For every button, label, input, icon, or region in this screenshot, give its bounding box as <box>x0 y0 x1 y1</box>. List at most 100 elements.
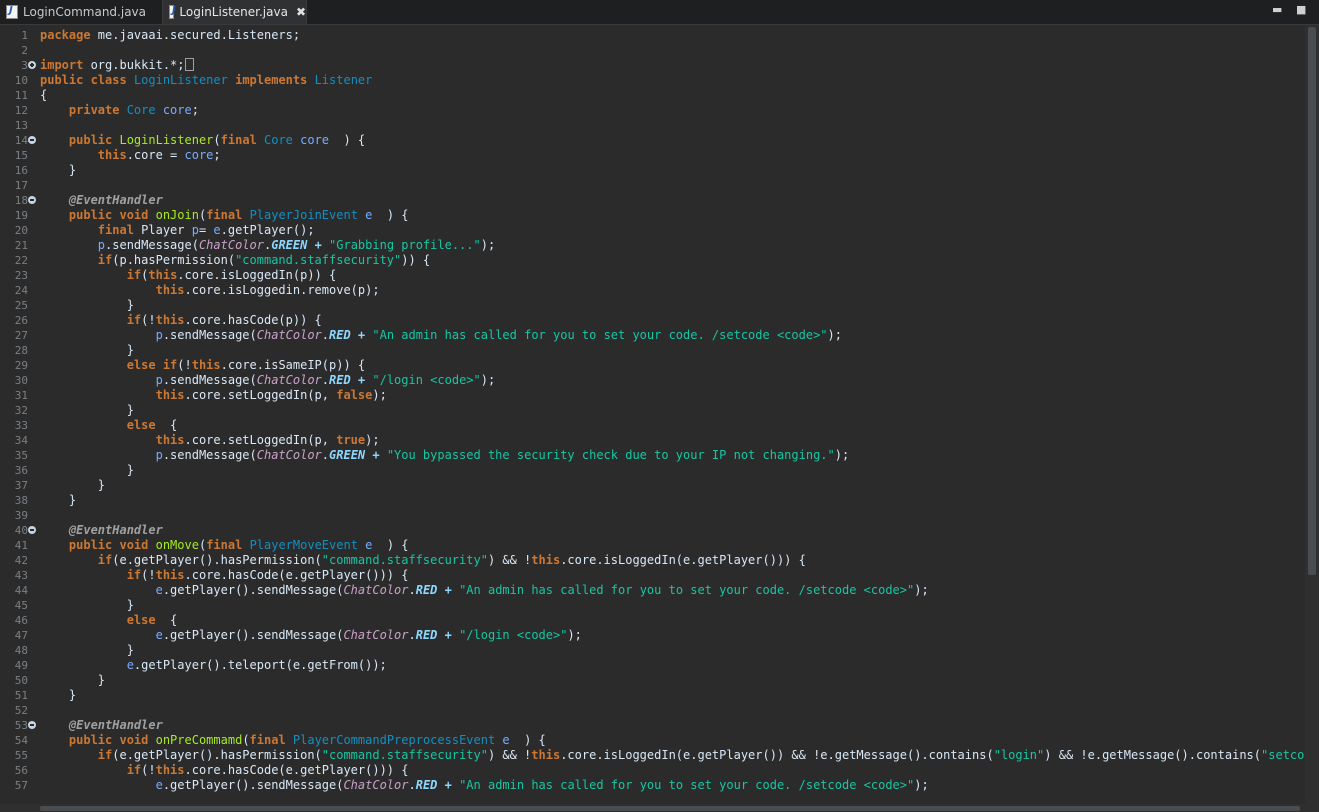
code-line[interactable]: 33 else { <box>0 418 1305 433</box>
code-token: ); <box>834 448 850 462</box>
code-line[interactable]: 20 final Player p= e.getPlayer(); <box>0 223 1305 238</box>
tab-loginlistener[interactable]: LoginListener.java ✖ <box>162 0 307 24</box>
code-line[interactable]: 32 } <box>0 403 1305 418</box>
code-line[interactable]: 29 else if(!this.core.isSameIP(p)) { <box>0 358 1305 373</box>
code-line[interactable]: 42 if(e.getPlayer().hasPermission("comma… <box>0 553 1305 568</box>
tab-label: LoginCommand.java <box>23 5 147 19</box>
code-line[interactable]: 41 public void onMove(final PlayerMoveEv… <box>0 538 1305 553</box>
code-token: . <box>321 328 330 342</box>
code-line[interactable]: 28 } <box>0 343 1305 358</box>
code-line[interactable]: 40 @EventHandler <box>0 523 1305 538</box>
code-line[interactable]: 38 } <box>0 493 1305 508</box>
code-token: if <box>40 763 142 777</box>
code-token: "/login <code>" <box>372 373 481 387</box>
code-line[interactable]: 15 this.core = core; <box>0 148 1305 163</box>
code-text: this.core.setLoggedIn(p, false); <box>40 388 387 403</box>
code-token: private <box>40 103 127 117</box>
code-token: .core.isSameIP(p)) { <box>220 358 366 372</box>
code-line[interactable]: 25 } <box>0 298 1305 313</box>
code-token: implements <box>235 73 315 87</box>
code-line[interactable]: 36 } <box>0 463 1305 478</box>
code-line[interactable]: 27 p.sendMessage(ChatColor.RED + "An adm… <box>0 328 1305 343</box>
code-editor[interactable]: 1 package me.javaai.secured.Listeners; 2 3 i… <box>0 25 1319 804</box>
tab-logincommand[interactable]: LoginCommand.java <box>0 0 162 24</box>
code-line[interactable]: 48 } <box>0 643 1305 658</box>
code-line[interactable]: 35 p.sendMessage(ChatColor.GREEN + "You … <box>0 448 1305 463</box>
code-token: Core <box>264 133 301 147</box>
code-line[interactable]: 34 this.core.setLoggedIn(p, true); <box>0 433 1305 448</box>
code-line[interactable]: 43 if(!this.core.hasCode(e.getPlayer()))… <box>0 568 1305 583</box>
code-line[interactable]: 11 { <box>0 88 1305 103</box>
code-token: p <box>40 328 163 342</box>
vertical-scroll-thumb[interactable] <box>1308 27 1316 575</box>
code-line[interactable]: 14 public LoginListener(final Core core … <box>0 133 1305 148</box>
code-line[interactable]: 57 e.getPlayer().sendMessage(ChatColor.R… <box>0 778 1305 793</box>
code-line[interactable]: 13 <box>0 118 1305 133</box>
code-line[interactable]: 19 public void onJoin(final PlayerJoinEv… <box>0 208 1305 223</box>
line-number: 10 <box>14 74 28 87</box>
code-token: else <box>40 418 163 432</box>
code-line[interactable]: 26 if(!this.core.hasCode(p)) { <box>0 313 1305 328</box>
code-token: p <box>191 223 199 237</box>
code-line[interactable]: 30 p.sendMessage(ChatColor.RED + "/login… <box>0 373 1305 388</box>
horizontal-scroll-thumb[interactable] <box>40 806 1300 811</box>
line-number: 38 <box>14 494 28 507</box>
vertical-scrollbar[interactable] <box>1305 25 1319 812</box>
code-line[interactable]: 10 public class LoginListener implements … <box>0 73 1305 88</box>
code-token: } <box>40 643 134 657</box>
code-line[interactable]: 2 <box>0 43 1305 58</box>
collapse-fold-icon[interactable] <box>28 721 36 729</box>
collapsed-imports-marker[interactable] <box>184 58 194 71</box>
code-line[interactable]: 44 e.getPlayer().sendMessage(ChatColor.R… <box>0 583 1305 598</box>
code-line[interactable]: 24 this.core.isLoggedin.remove(p); <box>0 283 1305 298</box>
code-token: (e.getPlayer().hasPermission( <box>112 748 322 762</box>
horizontal-scrollbar[interactable] <box>0 804 1305 812</box>
code-token: e <box>40 583 163 597</box>
code-token: p <box>40 373 163 387</box>
code-line[interactable]: 39 <box>0 508 1305 523</box>
code-line[interactable]: 55 if(e.getPlayer().hasPermission("comma… <box>0 748 1319 763</box>
code-line[interactable]: 47 e.getPlayer().sendMessage(ChatColor.R… <box>0 628 1305 643</box>
code-line[interactable]: 17 <box>0 178 1305 193</box>
code-token: "Grabbing profile..." <box>329 238 481 252</box>
code-line[interactable]: 56 if(!this.core.hasCode(e.getPlayer()))… <box>0 763 1305 778</box>
code-line[interactable]: 37 } <box>0 478 1305 493</box>
minimize-icon[interactable]: ▬ <box>1272 3 1282 16</box>
code-token: ) && ! <box>487 748 532 762</box>
collapse-fold-icon[interactable] <box>28 526 36 534</box>
line-number: 21 <box>14 239 28 252</box>
code-line[interactable]: 51 } <box>0 688 1305 703</box>
code-line[interactable]: 54 public void onPreCommamd(final Player… <box>0 733 1305 748</box>
code-line[interactable]: 18 @EventHandler <box>0 193 1305 208</box>
code-token: PlayerMoveEvent <box>249 538 366 552</box>
code-token: "You bypassed the security check due to … <box>386 448 835 462</box>
collapse-fold-icon[interactable] <box>28 136 36 144</box>
line-number: 29 <box>14 359 28 372</box>
tab-label: LoginListener.java <box>179 5 288 19</box>
code-token: PlayerJoinEvent <box>249 208 366 222</box>
code-token: core <box>184 148 214 162</box>
expand-fold-icon[interactable] <box>28 61 36 69</box>
code-line[interactable]: 52 <box>0 703 1305 718</box>
code-line[interactable]: 49 e.getPlayer().teleport(e.getFrom()); <box>0 658 1305 673</box>
code-line[interactable]: 31 this.core.setLoggedIn(p, false); <box>0 388 1305 403</box>
code-line[interactable]: 1 package me.javaai.secured.Listeners; <box>0 28 1305 43</box>
close-tab-icon[interactable]: ✖ <box>296 5 306 19</box>
code-line[interactable]: 22 if(p.hasPermission("command.staffsecu… <box>0 253 1305 268</box>
code-text: p.sendMessage(ChatColor.RED + "An admin … <box>40 328 842 343</box>
code-token: onPreCommamd <box>155 733 243 747</box>
code-token: this <box>40 433 185 447</box>
code-line[interactable]: 3 import org.bukkit.*; <box>0 58 1305 73</box>
code-line[interactable]: 45 } <box>0 598 1305 613</box>
code-line[interactable]: 21 p.sendMessage(ChatColor.GREEN + "Grab… <box>0 238 1305 253</box>
collapse-fold-icon[interactable] <box>28 196 36 204</box>
line-number: 13 <box>14 119 28 132</box>
code-line[interactable]: 12 private Core core; <box>0 103 1305 118</box>
code-line[interactable]: 23 if(this.core.isLoggedIn(p)) { <box>0 268 1305 283</box>
code-line[interactable]: 16 } <box>0 163 1305 178</box>
code-text: p.sendMessage(ChatColor.GREEN + "You byp… <box>40 448 850 463</box>
code-line[interactable]: 53 @EventHandler <box>0 718 1305 733</box>
code-line[interactable]: 50 } <box>0 673 1305 688</box>
code-line[interactable]: 46 else { <box>0 613 1305 628</box>
maximize-icon[interactable]: ■ <box>1296 3 1306 16</box>
